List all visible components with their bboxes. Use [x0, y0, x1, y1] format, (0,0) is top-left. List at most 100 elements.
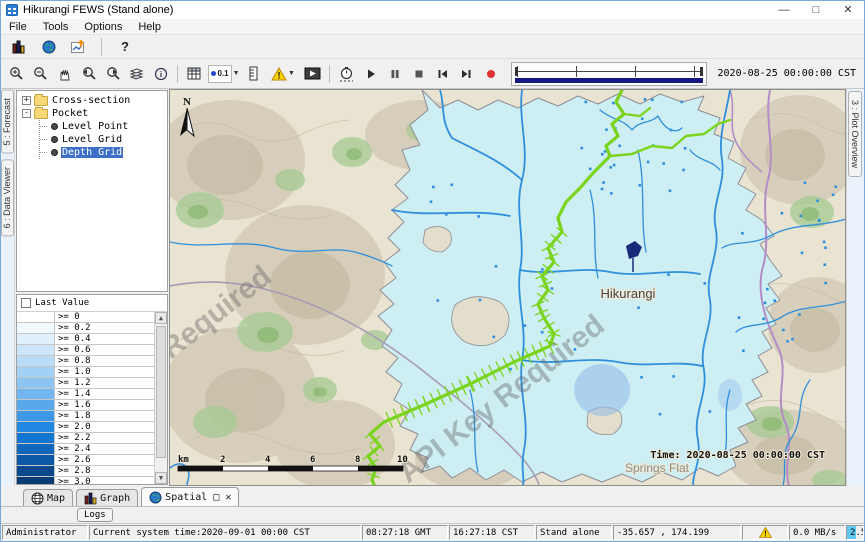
- legend-swatch: [17, 378, 55, 388]
- stop-icon[interactable]: [407, 63, 430, 85]
- bar-chart-icon: [84, 492, 97, 505]
- window-controls: — □ ✕: [768, 1, 864, 19]
- main-toolbar: ?: [1, 35, 864, 59]
- tab-plot-overview[interactable]: 3 : Plot Overview: [848, 91, 862, 177]
- timeseries-chart-icon[interactable]: [67, 36, 90, 58]
- map-toolbar: i 0.1▼ !▼: [1, 59, 864, 89]
- zoom-next-icon[interactable]: [101, 63, 124, 85]
- tab-maximize-icon[interactable]: □: [213, 492, 219, 503]
- current-time-label: 2020-08-25 00:00:00 CST: [714, 68, 860, 79]
- tab-graph[interactable]: Graph: [76, 489, 138, 506]
- animation-player-icon[interactable]: [301, 63, 324, 85]
- close-button[interactable]: ✕: [832, 1, 864, 19]
- legend-row: >= 2.4: [17, 444, 154, 455]
- legend-swatch: [17, 356, 55, 366]
- scale-ruler-icon[interactable]: [242, 63, 265, 85]
- svg-text:2: 2: [220, 455, 225, 465]
- legend-swatch: [17, 477, 55, 484]
- status-throughput: 0.0 MB/s: [789, 525, 845, 540]
- legend-label: >= 2.4: [55, 444, 154, 454]
- tab-graph-label: Graph: [100, 493, 130, 504]
- time-slider[interactable]: [511, 62, 707, 86]
- warning-icon: !: [759, 527, 772, 538]
- tree-item-level-point[interactable]: Level Point: [40, 120, 167, 133]
- status-gmt-time: 08:27:18 GMT: [362, 525, 448, 540]
- tree-item-pocket[interactable]: - Pocket: [17, 107, 167, 120]
- tab-data-viewer[interactable]: 6 : Data Viewer: [1, 159, 14, 236]
- tab-forecast[interactable]: 5 : Forecast: [1, 90, 14, 154]
- map-display-icon[interactable]: [37, 36, 60, 58]
- tree-item-label: Cross-section: [51, 95, 131, 106]
- layers-icon[interactable]: [125, 63, 148, 85]
- legend-label: >= 0.4: [55, 334, 154, 344]
- map-canvas[interactable]: API Key Required API Key Required Hikura…: [169, 89, 846, 486]
- menu-help[interactable]: Help: [130, 21, 169, 33]
- pan-hand-icon[interactable]: [53, 63, 76, 85]
- map-time-overlay: Time: 2020-08-25 00:00:00 CST: [650, 449, 825, 461]
- legend-swatch: [17, 455, 55, 465]
- legend-swatch: [17, 334, 55, 344]
- legend-row: >= 1.0: [17, 367, 154, 378]
- memory-gauge-label: 2.5 GB: [850, 528, 864, 538]
- step-forward-icon[interactable]: [455, 63, 478, 85]
- warning-dropdown[interactable]: !▼: [266, 63, 300, 85]
- expander-icon[interactable]: -: [22, 109, 31, 118]
- time-slider-handle-right[interactable]: [700, 67, 703, 76]
- legend-swatch: [17, 466, 55, 476]
- legend-label: >= 2.8: [55, 466, 154, 476]
- play-icon[interactable]: [359, 63, 382, 85]
- time-slider-handle-left[interactable]: [515, 67, 518, 76]
- menu-options[interactable]: Options: [76, 21, 130, 33]
- legend-row: >= 2.8: [17, 466, 154, 477]
- legend-label: >= 3.0: [55, 477, 154, 484]
- layer-tree: + Cross-section - Pocket Level Point: [16, 90, 168, 292]
- folder-icon: [34, 109, 48, 119]
- chevron-down-icon: ▼: [233, 70, 240, 77]
- bottom-tab-bar: Map Graph Spatial □ ✕: [1, 486, 864, 506]
- scroll-down-icon[interactable]: ▼: [155, 472, 167, 484]
- scroll-up-icon[interactable]: ▲: [155, 312, 167, 324]
- database-viewer-icon[interactable]: [7, 36, 30, 58]
- legend-scrollbar[interactable]: ▲ ▼: [154, 312, 167, 484]
- pause-icon[interactable]: [383, 63, 406, 85]
- scroll-thumb[interactable]: [156, 326, 166, 458]
- scroll-track[interactable]: [155, 324, 167, 472]
- toolbar-separator: [101, 38, 102, 56]
- record-icon[interactable]: [479, 63, 502, 85]
- legend-label: >= 1.0: [55, 367, 154, 377]
- minimize-button[interactable]: —: [768, 1, 800, 19]
- expander-icon[interactable]: +: [22, 96, 31, 105]
- zoom-out-icon[interactable]: [29, 63, 52, 85]
- svg-text:10: 10: [397, 455, 408, 465]
- tab-close-icon[interactable]: ✕: [225, 492, 231, 503]
- legend-list: >= 0>= 0.2>= 0.4>= 0.6>= 0.8>= 1.0>= 1.2…: [17, 312, 154, 484]
- grid-display-icon[interactable]: [183, 63, 206, 85]
- threshold-dropdown[interactable]: 0.1▼: [207, 63, 241, 85]
- menu-tools[interactable]: Tools: [35, 21, 77, 33]
- last-value-checkbox[interactable]: [21, 298, 31, 308]
- svg-text:N: N: [183, 96, 191, 108]
- window-title: Hikurangi FEWS (Stand alone): [23, 4, 173, 16]
- status-local-time: 16:27:18 CST: [449, 525, 535, 540]
- animation-timer-icon[interactable]: [335, 63, 358, 85]
- tree-item-depth-grid[interactable]: Depth Grid: [40, 146, 167, 159]
- legend-row: >= 0: [17, 312, 154, 323]
- zoom-previous-icon[interactable]: [77, 63, 100, 85]
- legend-swatch: [17, 444, 55, 454]
- zoom-in-icon[interactable]: [5, 63, 28, 85]
- svg-text:!: !: [278, 70, 281, 80]
- logs-button[interactable]: Logs: [77, 508, 113, 522]
- legend-label: >= 0.6: [55, 345, 154, 355]
- menu-file[interactable]: File: [1, 21, 35, 33]
- tree-item-level-grid[interactable]: Level Grid: [40, 133, 167, 146]
- help-button[interactable]: ?: [121, 39, 129, 54]
- tab-spatial[interactable]: Spatial □ ✕: [141, 487, 239, 506]
- tree-item-cross-section[interactable]: + Cross-section: [17, 94, 167, 107]
- maximize-button[interactable]: □: [800, 1, 832, 19]
- tree-children: Level Point Level Grid Depth Grid: [39, 120, 167, 159]
- tab-map[interactable]: Map: [23, 489, 73, 506]
- legend-body: >= 0>= 0.2>= 0.4>= 0.6>= 0.8>= 1.0>= 1.2…: [17, 311, 167, 484]
- info-icon[interactable]: i: [149, 63, 172, 85]
- legend-header: Last Value: [17, 295, 167, 311]
- step-back-icon[interactable]: [431, 63, 454, 85]
